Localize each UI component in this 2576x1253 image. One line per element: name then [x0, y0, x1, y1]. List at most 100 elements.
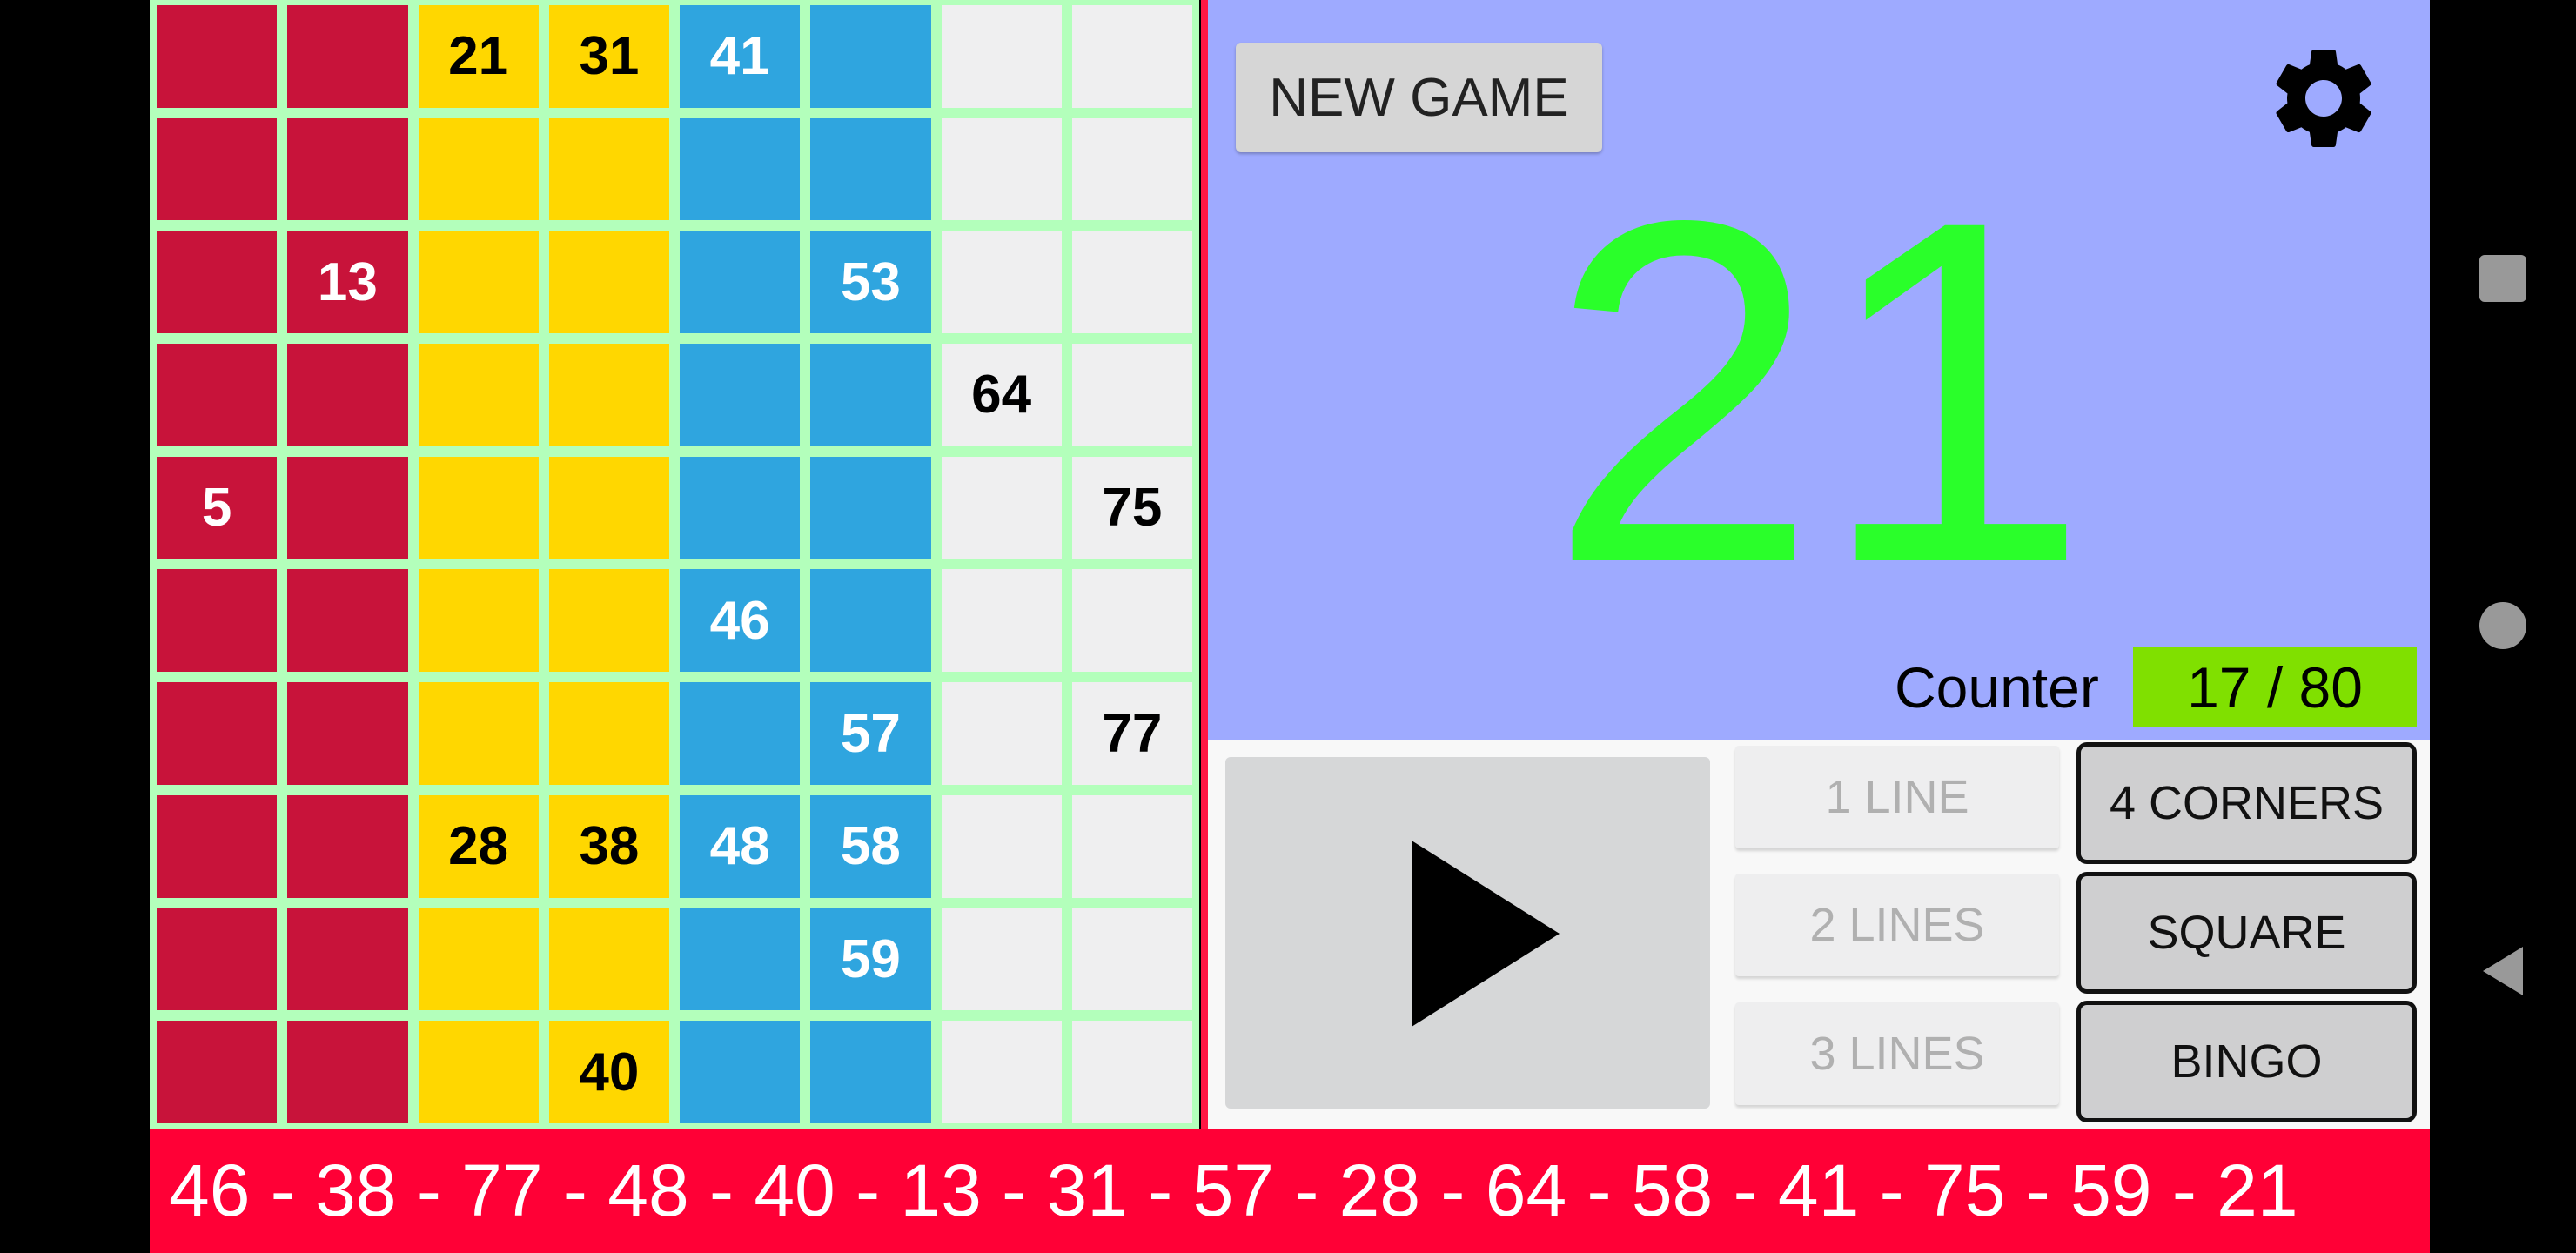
board-cell	[287, 682, 408, 785]
recents-icon[interactable]	[2479, 255, 2526, 302]
board-cell	[680, 1021, 801, 1123]
board-cell	[418, 231, 539, 334]
board-cell	[680, 456, 801, 559]
board-cell	[548, 569, 669, 673]
controls-panel: 1 LINE 2 LINES 3 LINES 4 CORNERS SQUARE …	[1208, 740, 2430, 1129]
current-number: 21	[1547, 119, 2090, 664]
board-cell	[810, 344, 931, 446]
board-cell	[287, 456, 408, 559]
board-cell	[418, 569, 539, 673]
board-cell: 58	[810, 794, 931, 898]
board-cell	[287, 908, 408, 1011]
board-cell	[680, 231, 801, 334]
divider	[1201, 0, 1208, 1129]
back-icon[interactable]	[2479, 945, 2526, 997]
board-cell	[548, 682, 669, 785]
one-line-button[interactable]: 1 LINE	[1735, 746, 2059, 848]
board-cell	[287, 344, 408, 446]
counter-label: Counter	[1895, 655, 2099, 720]
board-cell: 28	[418, 794, 539, 898]
play-button[interactable]	[1225, 757, 1710, 1109]
board-cell	[418, 344, 539, 446]
gear-icon[interactable]	[2263, 37, 2385, 159]
board-cell	[941, 569, 1062, 673]
home-icon[interactable]	[2479, 602, 2526, 649]
board-cell: 40	[548, 1021, 669, 1123]
board-cell: 53	[810, 231, 931, 334]
board-cell	[548, 456, 669, 559]
board-cell	[1071, 5, 1192, 108]
board-cell: 77	[1071, 682, 1192, 785]
board-cell	[941, 5, 1062, 108]
board-cell: 38	[548, 794, 669, 898]
four-corners-button[interactable]: 4 CORNERS	[2076, 742, 2417, 864]
board-cell	[287, 1021, 408, 1123]
board-cell	[941, 456, 1062, 559]
system-nav-bar	[2430, 0, 2576, 1253]
board-cell	[287, 569, 408, 673]
board-cell	[157, 1021, 278, 1123]
board-cell	[941, 908, 1062, 1011]
board-cell	[680, 908, 801, 1011]
board-cell	[1071, 344, 1192, 446]
play-icon	[1412, 841, 1560, 1027]
two-lines-button[interactable]: 2 LINES	[1735, 874, 2059, 976]
board-cell	[548, 344, 669, 446]
board-cell	[418, 1021, 539, 1123]
board-cell	[810, 5, 931, 108]
board-cell	[157, 569, 278, 673]
board-cell: 64	[941, 344, 1062, 446]
board-cell	[1071, 1021, 1192, 1123]
square-button[interactable]: SQUARE	[2076, 872, 2417, 994]
board-cell	[548, 231, 669, 334]
board-cell	[941, 1021, 1062, 1123]
board-cell	[418, 908, 539, 1011]
draw-panel: NEW GAME 21 Counter 17 / 80	[1208, 0, 2430, 740]
board-cell: 41	[680, 5, 801, 108]
board-cell	[680, 117, 801, 221]
board-cell	[157, 117, 278, 221]
board-cell	[941, 231, 1062, 334]
board-cell	[1071, 231, 1192, 334]
new-game-button[interactable]: NEW GAME	[1236, 43, 1602, 152]
bingo-button[interactable]: BINGO	[2076, 1001, 2417, 1122]
board-cell	[157, 344, 278, 446]
board-cell	[418, 456, 539, 559]
board-cell	[810, 117, 931, 221]
board-cell	[287, 5, 408, 108]
board-cell	[157, 908, 278, 1011]
board-cell: 48	[680, 794, 801, 898]
board-cell: 5	[157, 456, 278, 559]
board-cell	[418, 682, 539, 785]
board-cell	[941, 682, 1062, 785]
three-lines-button[interactable]: 3 LINES	[1735, 1002, 2059, 1105]
board-cell: 21	[418, 5, 539, 108]
board-cell	[1071, 908, 1192, 1011]
board-cell	[810, 1021, 931, 1123]
board-cell	[157, 5, 278, 108]
board-cell: 57	[810, 682, 931, 785]
board-cell	[418, 117, 539, 221]
board-cell: 75	[1071, 456, 1192, 559]
board-cell	[1071, 569, 1192, 673]
counter-value: 17 / 80	[2133, 647, 2417, 727]
board-cell	[941, 117, 1062, 221]
board-cell	[157, 231, 278, 334]
board-cell	[157, 794, 278, 898]
board-cell: 59	[810, 908, 931, 1011]
board-cell	[548, 117, 669, 221]
board-cell	[287, 794, 408, 898]
board-cell: 31	[548, 5, 669, 108]
board-cell: 46	[680, 569, 801, 673]
board-cell	[680, 682, 801, 785]
board-cell	[1071, 794, 1192, 898]
board-cell	[157, 682, 278, 785]
board-cell: 13	[287, 231, 408, 334]
board-cell	[810, 456, 931, 559]
board-cell	[680, 344, 801, 446]
board-cell	[287, 117, 408, 221]
board-cell	[810, 569, 931, 673]
board-cell	[941, 794, 1062, 898]
board-cell	[1071, 117, 1192, 221]
board-cell	[548, 908, 669, 1011]
